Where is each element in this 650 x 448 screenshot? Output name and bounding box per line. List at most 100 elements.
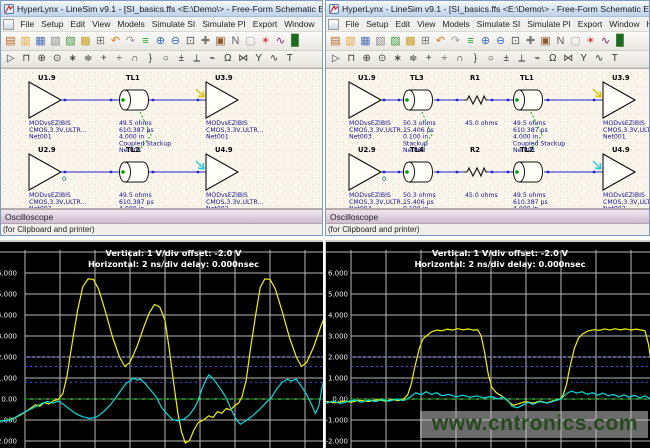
pin-node[interactable] — [437, 99, 439, 101]
oscilloscope-icon[interactable]: ∿ — [273, 34, 288, 49]
buffer-U1.9[interactable]: U1.9MODvsEZIBISCMOS,3.3V,ULTR...Net001 — [29, 74, 86, 141]
oscilloscope-docked-bar[interactable]: Oscilloscope — [1, 209, 322, 224]
menu-file[interactable]: File — [17, 18, 38, 30]
menu-help[interactable]: Help — [318, 18, 322, 30]
undo-icon[interactable]: ↶ — [108, 34, 123, 49]
tline-TL2[interactable]: TL249.5 ohms610.387 ps4.000 inCoupled St… — [513, 146, 565, 209]
pin-node[interactable] — [456, 171, 458, 173]
menu-view[interactable]: View — [89, 18, 114, 30]
menu-models[interactable]: Models — [114, 18, 148, 30]
pin-node[interactable] — [547, 171, 549, 173]
pin-node[interactable] — [383, 171, 385, 173]
part-tool-icon-16[interactable]: Y — [576, 52, 592, 66]
pin-node[interactable] — [507, 171, 509, 173]
net-browse-icon[interactable]: N — [553, 34, 568, 49]
tline-TL2[interactable]: TL249.5 ohms610.387 ps4.000 inCoupled St… — [119, 146, 171, 209]
pan-icon[interactable]: ✚ — [523, 34, 538, 49]
menu-models[interactable]: Models — [439, 18, 473, 30]
zoom-fit-icon[interactable]: ⊡ — [183, 34, 198, 49]
pin-node[interactable] — [197, 99, 199, 101]
part-tool-icon-11[interactable]: ± — [499, 52, 515, 66]
part-tool-icon-18[interactable]: T — [282, 52, 298, 66]
part-tool-icon-3[interactable]: ⊙ — [375, 52, 391, 66]
part-tool-icon-17[interactable]: ∿ — [267, 52, 283, 66]
part-tool-icon-10[interactable]: ○ — [158, 52, 174, 66]
probe-marker-cyan[interactable] — [196, 161, 204, 169]
pin-node[interactable] — [110, 171, 112, 173]
pin-node[interactable] — [456, 99, 458, 101]
buffer-U2.9[interactable]: U2.9MODvsEZIBISCMOS,3.3V,ULTR...Net0020 — [29, 146, 86, 209]
stackup-icon[interactable]: ≡ — [463, 34, 478, 49]
pin-node[interactable] — [507, 99, 509, 101]
export-board-icon[interactable]: ▩ — [78, 34, 93, 49]
probe-marker-yellow[interactable] — [593, 89, 601, 97]
part-tool-icon-16[interactable]: Y — [251, 52, 267, 66]
menu-window[interactable]: Window — [606, 18, 643, 30]
part-tool-icon-2[interactable]: ⊕ — [34, 52, 50, 66]
zoom-in-icon[interactable]: ⊕ — [478, 34, 493, 49]
title-bar[interactable]: HyperLynx - LineSim v9.1 - [SI_basics.ff… — [1, 1, 322, 17]
buffer-U3.9[interactable]: U3.9MODvsEZIBISCMOS,3.3V,ULTR...Net001 — [593, 74, 649, 141]
tline-TL1[interactable]: TL149.5 ohms610.387 ps4.000 inCoupled St… — [513, 74, 565, 154]
print-icon[interactable]: ⊞ — [418, 34, 433, 49]
menu-edit[interactable]: Edit — [392, 18, 414, 30]
part-tool-icon-15[interactable]: ⋈ — [561, 52, 577, 66]
tline-TL3[interactable]: TL350.3 ohms15.406 ps0.100 inStackupNet0… — [403, 74, 436, 154]
part-tool-icon-1[interactable]: ⊓ — [344, 52, 360, 66]
open-file-icon[interactable]: ▥ — [343, 34, 358, 49]
pin-node[interactable] — [437, 171, 439, 173]
part-tool-icon-8[interactable]: ∩ — [452, 52, 468, 66]
part-tool-icon-6[interactable]: + — [96, 52, 112, 66]
open-file-icon[interactable]: ▥ — [18, 34, 33, 49]
undo-icon[interactable]: ↶ — [433, 34, 448, 49]
part-tool-icon-15[interactable]: ⋈ — [236, 52, 252, 66]
export-board-icon[interactable]: ▩ — [403, 34, 418, 49]
menu-simulate-si[interactable]: Simulate SI — [148, 18, 198, 30]
part-tool-icon-12[interactable]: ⟂ — [189, 52, 205, 66]
part-tool-icon-4[interactable]: ∗ — [390, 52, 406, 66]
zoom-out-icon[interactable]: ⊖ — [168, 34, 183, 49]
menu-edit[interactable]: Edit — [67, 18, 89, 30]
part-tool-icon-11[interactable]: ± — [174, 52, 190, 66]
part-tool-icon-0[interactable]: ▷ — [328, 52, 344, 66]
part-tool-icon-8[interactable]: ∩ — [127, 52, 143, 66]
spectrum-icon[interactable]: ▉ — [288, 34, 303, 49]
pin-node[interactable] — [197, 171, 199, 173]
pin-node[interactable] — [64, 171, 66, 173]
pan-icon[interactable]: ✚ — [198, 34, 213, 49]
pin-node[interactable] — [152, 99, 154, 101]
probe-marker-cyan[interactable] — [593, 161, 601, 169]
buffer-U4.9[interactable]: U4.9MODvsEZIBISCMOS,3.3V,ULTR...Net002 — [196, 146, 263, 209]
pin-node[interactable] — [593, 99, 595, 101]
zoom-in-icon[interactable]: ⊕ — [153, 34, 168, 49]
part-tool-icon-6[interactable]: + — [421, 52, 437, 66]
import-board-icon[interactable]: ▨ — [63, 34, 78, 49]
pin-node[interactable] — [547, 99, 549, 101]
part-tool-icon-9[interactable]: } — [468, 52, 484, 66]
save-file-icon[interactable]: ▦ — [358, 34, 373, 49]
redo-icon[interactable]: ↷ — [448, 34, 463, 49]
part-tool-icon-5[interactable]: ≑ — [81, 52, 97, 66]
menu-setup[interactable]: Setup — [363, 18, 392, 30]
print-icon[interactable]: ⊞ — [93, 34, 108, 49]
part-tool-icon-10[interactable]: ○ — [483, 52, 499, 66]
oscilloscope-icon[interactable]: ∿ — [598, 34, 613, 49]
part-tool-icon-7[interactable]: ÷ — [112, 52, 128, 66]
menu-window[interactable]: Window — [281, 18, 318, 30]
child-window-icon[interactable] — [3, 19, 14, 30]
stackup-icon[interactable]: ≡ — [138, 34, 153, 49]
board-icon[interactable]: ▣ — [213, 34, 228, 49]
menu-simulate-pi[interactable]: Simulate PI — [524, 18, 574, 30]
menu-simulate-pi[interactable]: Simulate PI — [199, 18, 249, 30]
menu-export[interactable]: Export — [249, 18, 281, 30]
wizard-icon[interactable]: ✶ — [583, 34, 598, 49]
open-design-icon[interactable]: ▧ — [373, 34, 388, 49]
new-file-icon[interactable]: ▤ — [3, 34, 18, 49]
tline-TL4[interactable]: TL450.3 ohms15.406 ps0.100 inStackupNet0… — [403, 146, 436, 209]
buffer-U4.9[interactable]: U4.9MODvsEZIBISCMOS,3.3V,ULTR...Net002 — [593, 146, 649, 209]
part-tool-icon-7[interactable]: ÷ — [437, 52, 453, 66]
menu-simulate-si[interactable]: Simulate SI — [473, 18, 523, 30]
menu-file[interactable]: File — [342, 18, 363, 30]
save-file-icon[interactable]: ▦ — [33, 34, 48, 49]
part-tool-icon-14[interactable]: Ω — [545, 52, 561, 66]
